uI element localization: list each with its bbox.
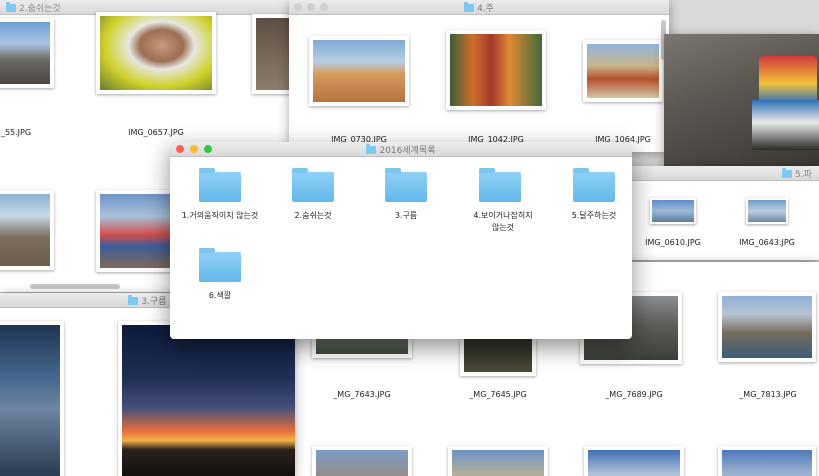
window-title: 5.파 xyxy=(782,166,812,180)
photo-thumbnail[interactable] xyxy=(584,446,684,476)
photo xyxy=(122,325,295,476)
photo xyxy=(587,44,659,98)
folder-label: 6.색깔 xyxy=(208,291,232,300)
photo xyxy=(722,450,812,476)
photo-thumbnail[interactable] xyxy=(583,40,663,102)
folder-item[interactable]: 2.숨쉬는것 xyxy=(263,166,363,236)
folder-label: 1.거의움직이지 않는것 xyxy=(181,211,259,220)
folder-icon xyxy=(366,144,377,154)
photo-thumbnail[interactable] xyxy=(0,321,64,476)
window-title-text: 4.주 xyxy=(477,3,494,14)
file-name: IMG_0643.JPG xyxy=(739,238,795,247)
folder-label: 2.숨쉬는것 xyxy=(294,211,332,220)
file-name: _MG_7643.JPG xyxy=(333,390,391,399)
window-four: 4.주 IMG_0730.JPG IMG_1042.JPG IMG_1064.J… xyxy=(289,0,669,152)
folder-icon xyxy=(464,2,475,12)
folder-icon xyxy=(199,248,241,282)
folder-icon xyxy=(573,168,615,202)
folder-label: 4.보이거나잡히지않는것 xyxy=(473,211,533,232)
horizontal-scrollbar[interactable] xyxy=(30,284,120,289)
photo xyxy=(452,450,544,476)
file-name: _MG_7645.JPG xyxy=(469,390,527,399)
file-name: IMG_0657.JPG xyxy=(128,128,184,137)
photo-thumbnail[interactable] xyxy=(650,198,696,224)
window-title-text: 5.파 xyxy=(795,169,812,180)
folder-icon xyxy=(292,168,334,202)
folder-item[interactable]: 5.달주하는것 xyxy=(544,166,632,236)
folder-icon xyxy=(385,168,427,202)
window-title-text: 2.숨쉬는것 xyxy=(19,3,61,14)
window-title: 2016세계목록 xyxy=(170,142,632,156)
folder-item[interactable]: 4.보이거나잡히지않는것 xyxy=(450,166,550,246)
folder-label: 3.구름 xyxy=(394,211,418,220)
folder-icon xyxy=(782,168,792,178)
photo-thumbnail[interactable] xyxy=(746,198,788,224)
photo xyxy=(100,16,212,90)
photo-thumbnail[interactable] xyxy=(118,321,295,476)
photo-thumbnail[interactable] xyxy=(0,190,54,270)
file-name: _MG_7689.JPG xyxy=(605,390,663,399)
photo-preview-truck xyxy=(664,34,819,168)
truck-body xyxy=(759,56,817,102)
window-title-text: 3.구름 xyxy=(141,296,167,307)
window-title: 4.주 xyxy=(289,0,669,14)
folder-icon xyxy=(479,168,521,202)
folder-item[interactable]: 3.구름 xyxy=(356,166,456,236)
photo-thumbnail[interactable] xyxy=(718,292,816,362)
photo-thumbnail[interactable] xyxy=(309,36,409,106)
photo xyxy=(100,194,172,268)
photo xyxy=(748,200,786,222)
photo xyxy=(450,34,542,106)
file-name: IMG_0610.JPG xyxy=(645,238,701,247)
photo-thumbnail[interactable] xyxy=(448,446,548,476)
photo xyxy=(0,22,50,84)
file-name: _55.JPG xyxy=(0,128,32,137)
photo-thumbnail[interactable] xyxy=(96,12,216,94)
photo xyxy=(313,40,405,102)
photo-thumbnail[interactable] xyxy=(446,30,546,110)
file-name: _MG_7813.JPG xyxy=(739,390,797,399)
folder-label: 5.달주하는것 xyxy=(571,211,617,220)
photo xyxy=(722,296,812,358)
window-title: 2.숨쉬는것 xyxy=(6,0,61,14)
folder-item[interactable]: 1.거의움직이지 않는것 xyxy=(170,166,270,236)
truck-front xyxy=(752,100,819,150)
photo-thumbnail[interactable] xyxy=(0,18,54,88)
photo xyxy=(652,200,694,222)
photo xyxy=(0,325,60,476)
photo xyxy=(316,450,408,476)
photo xyxy=(588,450,680,476)
photo-thumbnail[interactable] xyxy=(312,446,412,476)
folder-item[interactable]: 6.색깔 xyxy=(170,246,270,316)
window-title-text: 2016세계목록 xyxy=(379,145,436,156)
folder-icon xyxy=(6,2,16,12)
photo xyxy=(0,194,50,266)
window-main-folder: 2016세계목록 1.거의움직이지 않는것 2.숨쉬는것 3.구름 4.보이거나… xyxy=(170,142,632,339)
photo-thumbnail[interactable] xyxy=(96,190,176,272)
folder-icon xyxy=(128,295,139,305)
folder-icon xyxy=(199,168,241,202)
window-five: 5.파 IMG_0610.JPG IMG_0643.JPG xyxy=(628,166,819,260)
photo-thumbnail[interactable] xyxy=(718,446,816,476)
